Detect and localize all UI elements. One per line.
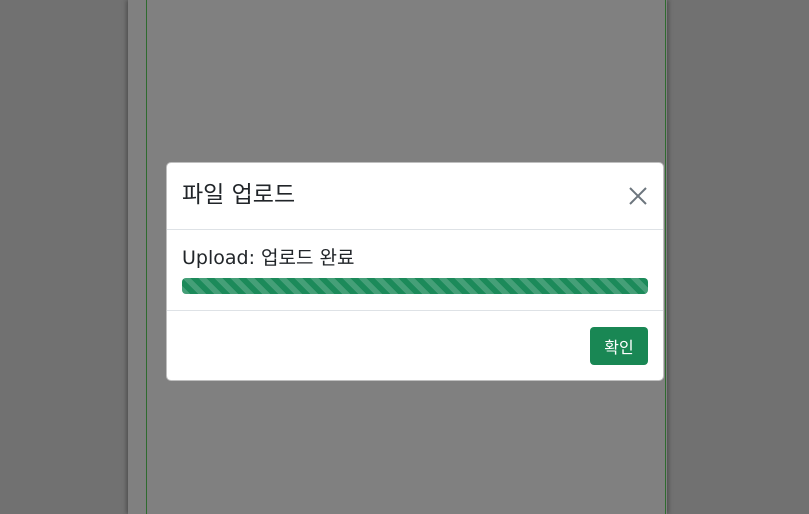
upload-status: Upload: 업로드 완료 — [182, 246, 354, 270]
close-icon — [629, 187, 647, 205]
dialog-header: 파일 업로드 — [167, 163, 663, 230]
upload-status-text: 업로드 완료 — [261, 247, 355, 269]
dialog-title: 파일 업로드 — [182, 182, 296, 208]
app-background: 파일 업로드 Upload: 업로드 완료 확인 — [0, 0, 809, 514]
page-border-right — [665, 0, 666, 514]
page-border-left — [146, 0, 147, 514]
dialog-footer: 확인 — [167, 311, 663, 380]
upload-progress-bar — [182, 278, 648, 294]
close-button[interactable] — [627, 185, 649, 207]
upload-status-label: Upload: — [182, 247, 255, 269]
upload-dialog: 파일 업로드 Upload: 업로드 완료 확인 — [166, 162, 664, 381]
confirm-button[interactable]: 확인 — [590, 327, 648, 365]
dialog-body: Upload: 업로드 완료 — [167, 230, 663, 311]
upload-progress — [182, 278, 648, 294]
